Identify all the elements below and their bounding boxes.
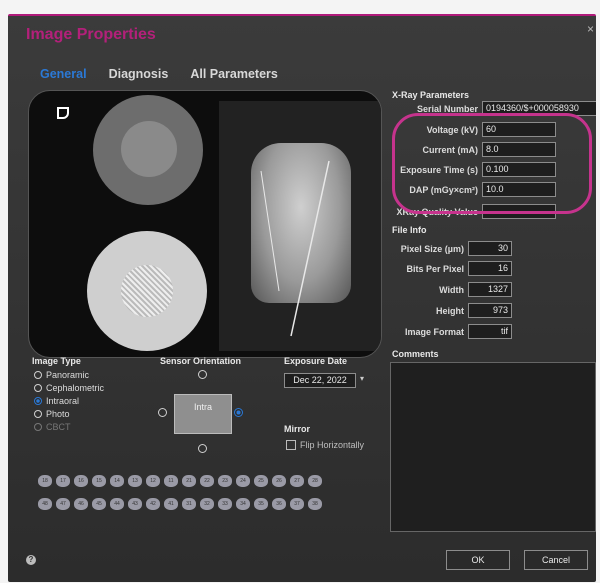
tooth-icon[interactable]: 45 <box>92 498 106 510</box>
radio-label: CBCT <box>46 422 71 432</box>
xray-image-preview <box>28 90 382 358</box>
tooth-icon[interactable]: 31 <box>182 498 196 510</box>
endo-file-lines <box>260 160 330 337</box>
tooth-icon[interactable]: 18 <box>38 475 52 487</box>
file-info-heading: File Info <box>392 225 427 235</box>
height-row: Height 973 <box>392 303 512 318</box>
serial-label: Serial Number <box>416 103 478 114</box>
tooth-icon[interactable]: 34 <box>236 498 250 510</box>
radio-circle-icon[interactable] <box>34 410 42 418</box>
image-type-group: Panoramic Cephalometric Intraoral Photo … <box>34 370 104 432</box>
radio-circle-icon <box>34 423 42 431</box>
radio-label: Panoramic <box>46 370 90 380</box>
checkbox-icon[interactable] <box>286 440 296 450</box>
comments-textarea[interactable] <box>390 362 596 532</box>
tooth-icon[interactable]: 42 <box>146 498 160 510</box>
height-label: Height <box>436 305 464 316</box>
dialog-title: Image Properties <box>26 26 156 43</box>
tooth-icon[interactable]: 15 <box>92 475 106 487</box>
radio-cbct: CBCT <box>34 422 104 432</box>
tooth-icon[interactable]: 37 <box>290 498 304 510</box>
orientation-right-radio[interactable] <box>234 408 243 417</box>
tooth-icon[interactable]: 43 <box>128 498 142 510</box>
tooth-icon[interactable]: 17 <box>56 475 70 487</box>
tooth-icon[interactable]: 47 <box>56 498 70 510</box>
tooth-icon[interactable]: 21 <box>182 475 196 487</box>
pixel-size-row: Pixel Size (µm) 30 <box>392 241 512 256</box>
sensor-label: Intra <box>193 402 212 412</box>
tooth-icon[interactable]: 25 <box>254 475 268 487</box>
tooth-icon[interactable]: 13 <box>128 475 142 487</box>
radio-label: Cephalometric <box>46 383 105 393</box>
width-label: Width <box>439 284 464 295</box>
tooth-icon[interactable]: 16 <box>74 475 88 487</box>
tooth-icon[interactable]: 23 <box>218 475 232 487</box>
tooth-icon[interactable]: 33 <box>218 498 232 510</box>
highlight-annotation <box>392 113 592 214</box>
radio-label: Photo <box>46 409 70 419</box>
tooth-icon[interactable]: 35 <box>254 498 268 510</box>
tooth-icon[interactable]: 38 <box>308 498 322 510</box>
orientation-bottom-radio[interactable] <box>198 444 207 453</box>
bits-label: Bits Per Pixel <box>406 263 464 274</box>
radio-circle-icon[interactable] <box>34 371 42 379</box>
tooth-icon[interactable]: 27 <box>290 475 304 487</box>
teeth-lower-row: 48 47 46 45 44 43 42 41 31 32 33 34 35 3… <box>38 498 322 510</box>
tooth-icon[interactable]: 11 <box>164 475 178 487</box>
tooth-icon[interactable]: 14 <box>110 475 124 487</box>
teeth-upper-row: 18 17 16 15 14 13 12 11 21 22 23 24 25 2… <box>38 475 322 487</box>
height-field: 973 <box>468 303 512 318</box>
close-icon[interactable]: × <box>587 22 594 36</box>
radio-intraoral[interactable]: Intraoral <box>34 396 104 406</box>
tooth-icon[interactable]: 48 <box>38 498 52 510</box>
radio-selected-icon[interactable] <box>34 397 42 405</box>
format-field: tif <box>468 324 512 339</box>
tooth-icon[interactable]: 46 <box>74 498 88 510</box>
radio-panoramic[interactable]: Panoramic <box>34 370 104 380</box>
tooth-icon[interactable]: 28 <box>308 475 322 487</box>
comments-heading: Comments <box>392 349 439 359</box>
ok-button[interactable]: OK <box>446 550 510 570</box>
sensor-orientation-heading: Sensor Orientation <box>160 356 242 366</box>
orientation-left-radio[interactable] <box>158 408 167 417</box>
tooth-icon[interactable]: 22 <box>200 475 214 487</box>
tab-all-parameters[interactable]: All Parameters <box>190 67 278 81</box>
tooth-icon[interactable]: 32 <box>200 498 214 510</box>
bits-row: Bits Per Pixel 16 <box>392 261 512 276</box>
mirror-heading: Mirror <box>284 424 311 434</box>
tooth-icon[interactable]: 36 <box>272 498 286 510</box>
radio-photo[interactable]: Photo <box>34 409 104 419</box>
tooth-icon[interactable]: 26 <box>272 475 286 487</box>
tab-general[interactable]: General <box>40 67 87 81</box>
bits-field: 16 <box>468 261 512 276</box>
radio-label: Intraoral <box>46 396 80 406</box>
pixel-size-field: 30 <box>468 241 512 256</box>
orientation-top-radio[interactable] <box>198 370 207 379</box>
tooth-icon[interactable]: 24 <box>236 475 250 487</box>
radio-cephalometric[interactable]: Cephalometric <box>34 383 104 393</box>
xray-params-heading: X-Ray Parameters <box>392 90 470 100</box>
tab-diagnosis[interactable]: Diagnosis <box>109 67 169 81</box>
cancel-button[interactable]: Cancel <box>524 550 588 570</box>
tab-bar: General Diagnosis All Parameters <box>40 67 278 81</box>
exposure-date-field[interactable]: Dec 22, 2022 <box>284 373 356 388</box>
format-label: Image Format <box>404 326 464 337</box>
help-icon[interactable]: ? <box>26 555 36 565</box>
calendar-dropdown-icon[interactable]: ▾ <box>360 374 364 383</box>
sensor-preview: Intra <box>174 394 232 434</box>
tooth-icon[interactable]: 44 <box>110 498 124 510</box>
format-row: Image Format tif <box>392 324 512 339</box>
width-row: Width 1327 <box>392 282 512 297</box>
radio-circle-icon[interactable] <box>34 384 42 392</box>
tooth-icon[interactable]: 41 <box>164 498 178 510</box>
width-field: 1327 <box>468 282 512 297</box>
tooth-icon[interactable]: 12 <box>146 475 160 487</box>
checkbox-label: Flip Horizontally <box>300 440 365 450</box>
image-type-heading: Image Type <box>32 356 81 366</box>
pixel-size-label: Pixel Size (µm) <box>400 243 464 254</box>
exposure-date-heading: Exposure Date <box>284 356 348 366</box>
flip-horizontally-checkbox[interactable]: Flip Horizontally <box>286 440 364 450</box>
image-properties-dialog: Image Properties × General Diagnosis All… <box>8 14 596 582</box>
